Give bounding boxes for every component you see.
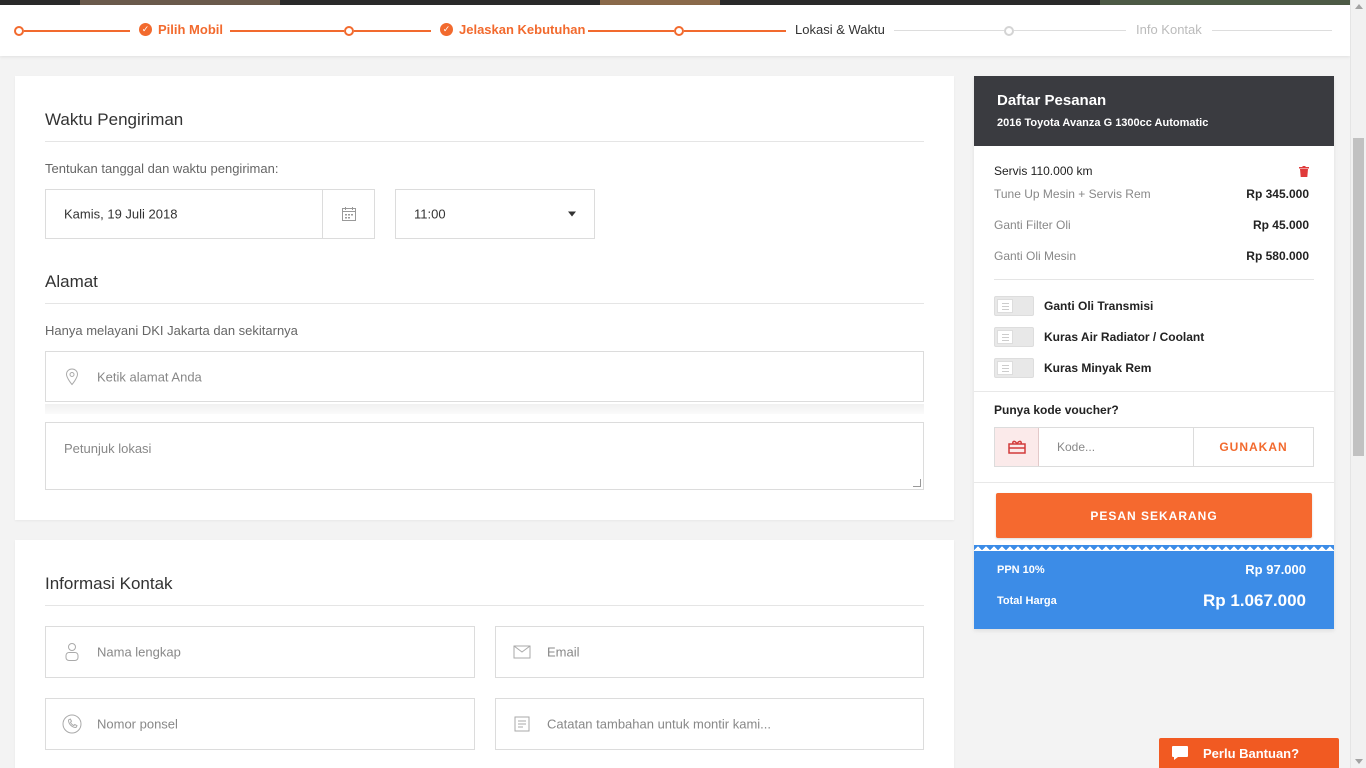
date-picker[interactable]: Kamis, 19 Juli 2018 — [45, 189, 375, 239]
user-icon — [62, 642, 82, 662]
resize-handle[interactable] — [913, 479, 921, 487]
notes-input[interactable]: Catatan tambahan untuk montir kami... — [495, 698, 924, 750]
scroll-down-icon[interactable] — [1355, 759, 1363, 764]
list-item: Ganti Oli Mesin Rp 580.000 — [994, 249, 1309, 263]
contact-card: Informasi Kontak Nama lengkap Email Nomo… — [15, 540, 954, 768]
voucher-field: Kode... GUNAKAN — [994, 427, 1314, 467]
vat-label: PPN 10% — [997, 563, 1045, 576]
address-input[interactable]: Ketik alamat Anda — [45, 351, 924, 402]
addon-transmission-oil: Ganti Oli Transmisi — [994, 296, 1153, 316]
phone-icon — [62, 714, 82, 734]
chevron-down-icon — [568, 211, 576, 217]
scrollbar-thumb[interactable] — [1353, 138, 1364, 456]
scroll-up-icon[interactable] — [1355, 4, 1363, 9]
delivery-title: Waktu Pengiriman — [45, 110, 184, 129]
voucher-question: Punya kode voucher? — [994, 403, 1119, 417]
service-title: Servis 110.000 km — [994, 164, 1093, 178]
step-info-kontak: Info Kontak — [1136, 22, 1202, 37]
addon-brake-fluid: Kuras Minyak Rem — [994, 358, 1151, 378]
step-jelaskan-kebutuhan[interactable]: ✓ Jelaskan Kebutuhan — [440, 22, 585, 37]
calendar-button[interactable] — [322, 190, 374, 238]
delivery-hint: Tentukan tanggal dan waktu pengiriman: — [45, 161, 279, 176]
totals-box: PPN 10% Rp 97.000 Total Harga Rp 1.067.0… — [974, 545, 1334, 629]
addon-toggle[interactable] — [994, 296, 1034, 316]
location-pin-icon — [62, 367, 82, 387]
step-dot — [674, 26, 684, 36]
time-select[interactable]: 11:00 — [395, 189, 595, 239]
check-icon: ✓ — [139, 23, 152, 36]
calendar-icon — [341, 207, 356, 221]
step-dot — [344, 26, 354, 36]
chat-bubble-icon — [1172, 746, 1188, 760]
step-pilih-mobil[interactable]: ✓ Pilih Mobil — [139, 22, 223, 37]
total-label: Total Harga — [997, 595, 1057, 607]
progress-stepper: ✓ Pilih Mobil ✓ Jelaskan Kebutuhan Lokas… — [0, 5, 1350, 56]
address-hint: Hanya melayani DKI Jakarta dan sekitarny… — [45, 323, 298, 338]
note-icon — [512, 714, 532, 734]
contact-title: Informasi Kontak — [45, 574, 173, 593]
check-icon: ✓ — [440, 23, 453, 36]
page-scrollbar[interactable] — [1350, 0, 1366, 768]
list-item: Ganti Filter Oli Rp 45.000 — [994, 218, 1309, 232]
addon-toggle[interactable] — [994, 327, 1034, 347]
help-chat-button[interactable]: Perlu Bantuan? — [1159, 738, 1339, 768]
delivery-address-card: Waktu Pengiriman Tentukan tanggal dan wa… — [15, 76, 954, 520]
email-input[interactable]: Email — [495, 626, 924, 678]
name-input[interactable]: Nama lengkap — [45, 626, 475, 678]
voucher-input[interactable]: Kode... — [1057, 440, 1095, 454]
step-lokasi-waktu: Lokasi & Waktu — [795, 22, 885, 37]
vat-value: Rp 97.000 — [1245, 562, 1306, 577]
order-summary-panel: Daftar Pesanan 2016 Toyota Avanza G 1300… — [974, 76, 1334, 629]
total-value: Rp 1.067.000 — [1202, 591, 1306, 610]
list-item: Tune Up Mesin + Servis Rem Rp 345.000 — [994, 187, 1309, 201]
step-dot — [14, 26, 24, 36]
addon-radiator-coolant: Kuras Air Radiator / Coolant — [994, 327, 1204, 347]
phone-input[interactable]: Nomor ponsel — [45, 698, 475, 750]
gift-icon — [995, 428, 1039, 466]
order-now-button[interactable]: PESAN SEKARANG — [996, 493, 1312, 538]
addon-toggle[interactable] — [994, 358, 1034, 378]
address-title: Alamat — [45, 272, 98, 291]
trash-icon[interactable] — [1299, 164, 1309, 182]
apply-voucher-button[interactable]: GUNAKAN — [1193, 427, 1314, 467]
directions-textarea[interactable]: Petunjuk lokasi — [45, 422, 924, 490]
step-dot — [1004, 26, 1014, 36]
vehicle-name: 2016 Toyota Avanza G 1300cc Automatic — [997, 117, 1209, 129]
order-summary-header: Daftar Pesanan 2016 Toyota Avanza G 1300… — [974, 76, 1334, 146]
envelope-icon — [512, 642, 532, 662]
order-title: Daftar Pesanan — [997, 92, 1107, 109]
